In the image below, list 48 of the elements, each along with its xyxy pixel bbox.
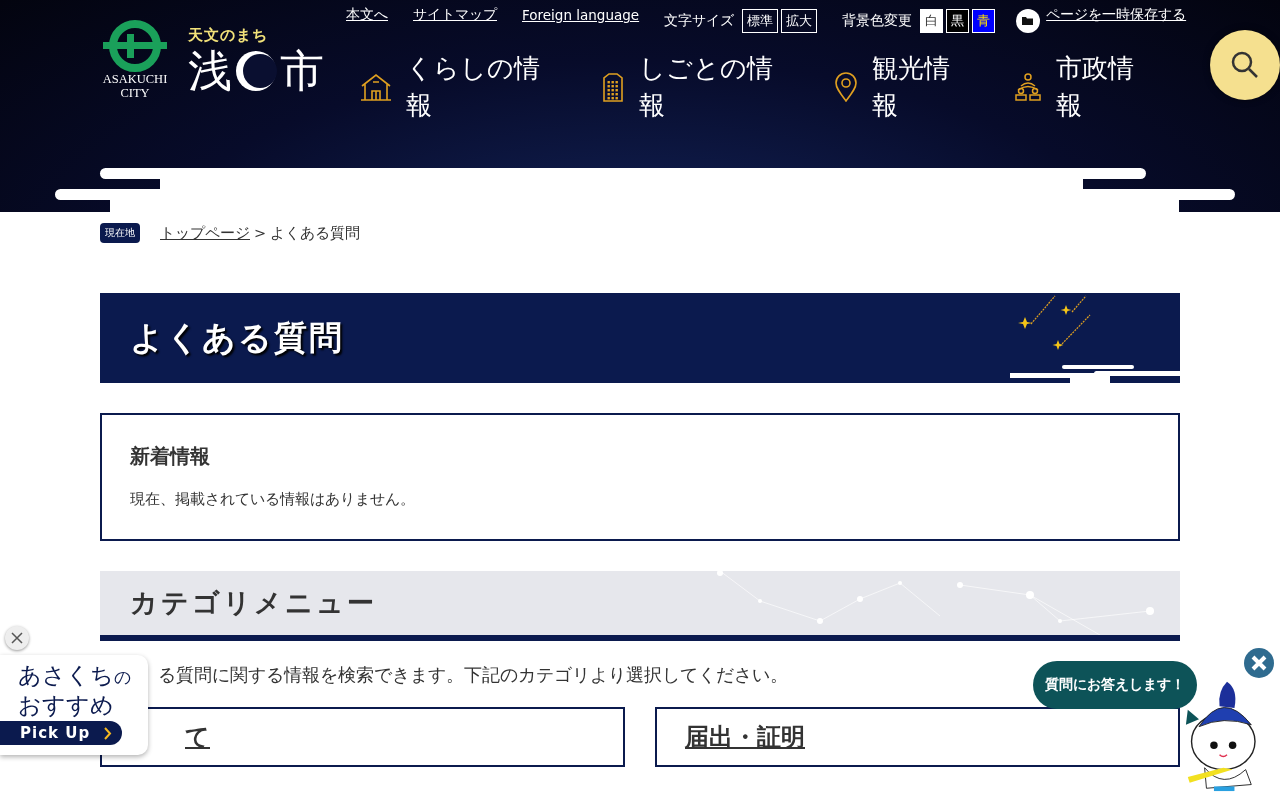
people-icon	[1014, 73, 1043, 101]
nav-item[interactable]: 市政情報	[1014, 50, 1143, 124]
breadcrumb-separator: >	[254, 225, 267, 241]
city-name-english: ASAKUCHI	[102, 72, 168, 86]
nav-item[interactable]: しごとの情報	[600, 50, 777, 124]
close-icon	[11, 632, 23, 644]
background-color-button[interactable]: 黒	[946, 9, 970, 33]
category-link[interactable]: 届出・証明	[685, 721, 805, 753]
background-color-button[interactable]: 青	[972, 9, 996, 33]
utility-link[interactable]: サイトマップ	[413, 6, 497, 36]
font-size-button[interactable]: 拡大	[781, 9, 818, 33]
nav-item[interactable]: 観光情報	[833, 50, 958, 124]
chevron-icon	[104, 726, 113, 740]
news-message: 現在、掲載されている情報はありません。	[130, 490, 416, 509]
background-color-label: 背景色変更	[842, 12, 913, 30]
crescent-moon-icon	[234, 49, 278, 93]
house-icon	[360, 72, 392, 102]
background-color-button[interactable]: 白	[920, 9, 944, 33]
nav-item[interactable]: くらしの情報	[360, 50, 544, 124]
speech-bubble[interactable]: 質問にお答えします！	[1033, 661, 1197, 709]
close-button[interactable]	[5, 626, 29, 650]
pickup-banner[interactable]: あさくちの おすすめ Pick Up	[0, 655, 148, 755]
search-icon	[1230, 50, 1260, 80]
save-page-link[interactable]: ページを一時保存する	[1046, 6, 1187, 36]
category-link[interactable]: て	[185, 721, 210, 753]
building-icon	[600, 72, 625, 102]
folder-icon	[1016, 9, 1041, 33]
page-title: よくある質問	[130, 316, 344, 359]
news-heading: 新着情報	[130, 443, 211, 470]
utility-link[interactable]: Foreign language	[522, 7, 640, 35]
breadcrumb-link[interactable]: トップページ	[160, 223, 250, 243]
category-description: る質問に関する情報を検索できます。下記のカテゴリより選択してください。	[158, 663, 788, 687]
logo-character: 浅	[188, 45, 232, 97]
city-emblem-icon	[100, 20, 170, 72]
map-pin-icon	[833, 72, 858, 102]
category-heading: カテゴリメニュー	[130, 586, 377, 620]
pickup-button[interactable]: Pick Up	[0, 721, 122, 745]
logo-character: 市	[280, 45, 324, 97]
font-size-button[interactable]: 標準	[742, 9, 779, 33]
logo-tagline: 天文のまち	[188, 26, 269, 45]
city-name-english: CITY	[120, 86, 150, 100]
pickup-title: あさくちの おすすめ	[18, 661, 131, 719]
utility-link[interactable]: 本文へ	[346, 6, 388, 36]
font-size-label: 文字サイズ	[664, 12, 735, 30]
close-icon	[1244, 648, 1274, 678]
location-badge: 現在地	[100, 223, 140, 243]
close-button[interactable]	[1244, 648, 1274, 678]
breadcrumb-current: よくある質問	[270, 223, 361, 243]
